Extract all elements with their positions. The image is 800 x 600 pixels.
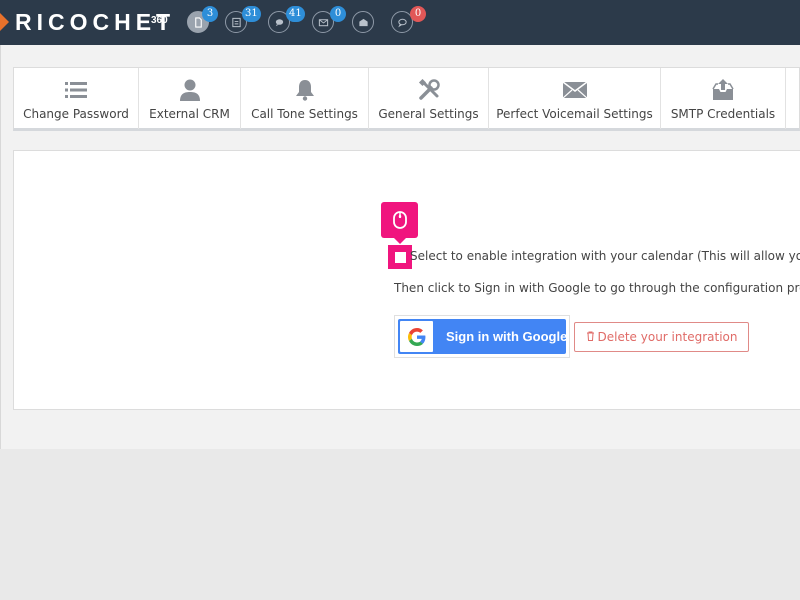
brand-suffix: 360 (151, 15, 168, 26)
settings-tab-bar: Change Password External CRM Call Tone S… (13, 67, 800, 131)
user-icon (139, 77, 240, 103)
notification-badge: 3 (202, 6, 218, 22)
tab-external-crm[interactable]: External CRM (139, 68, 241, 129)
tab-change-password[interactable]: Change Password (14, 68, 139, 129)
delete-integration-label: Delete your integration (597, 330, 738, 344)
enable-calendar-label: Select to enable integration with your c… (410, 249, 800, 263)
top-navigation-bar: RICOCHET 360 3 31 41 0 0 (0, 0, 800, 45)
tab-perfect-voicemail-settings[interactable]: Perfect Voicemail Settings (489, 68, 661, 129)
enable-calendar-checkbox[interactable] (394, 251, 406, 263)
tools-icon (369, 77, 488, 103)
tab-general-settings[interactable]: General Settings (369, 68, 489, 129)
google-signin-label: Sign in with Google (446, 329, 568, 344)
tab-smtp-credentials[interactable]: SMTP Credentials (661, 68, 786, 129)
notification-badge: 0 (410, 6, 426, 22)
notification-badge: 41 (286, 6, 305, 22)
mail-open-icon[interactable] (352, 11, 374, 33)
tab-label: External CRM (149, 107, 230, 121)
tab-label: SMTP Credentials (670, 107, 776, 121)
brand-logo-icon (0, 13, 9, 31)
mouse-click-indicator (381, 202, 418, 244)
calendar-integration-panel (13, 150, 800, 410)
delete-integration-button[interactable]: Delete your integration (574, 322, 749, 352)
configuration-instruction: Then click to Sign in with Google to go … (394, 281, 800, 295)
tab-label: Perfect Voicemail Settings (496, 107, 653, 121)
google-signin-container: Sign in with Google (394, 315, 570, 358)
tab-label: Change Password (23, 107, 129, 121)
inbox-upload-icon (661, 77, 785, 103)
mouse-icon (392, 211, 407, 229)
tab-label: Call Tone Settings (251, 107, 358, 121)
notification-badge: 31 (242, 6, 261, 22)
notification-badge: 0 (330, 6, 346, 22)
bell-icon (241, 77, 368, 103)
tab-label: General Settings (378, 107, 479, 121)
list-icon (14, 77, 138, 103)
google-signin-button[interactable]: Sign in with Google (398, 319, 568, 354)
tab-call-tone-settings[interactable]: Call Tone Settings (241, 68, 369, 129)
google-logo-icon (400, 321, 433, 352)
app-brand[interactable]: RICOCHET 360 (15, 9, 175, 35)
checkbox-highlight (388, 245, 412, 269)
envelope-icon (489, 77, 660, 103)
trash-icon (586, 330, 595, 344)
